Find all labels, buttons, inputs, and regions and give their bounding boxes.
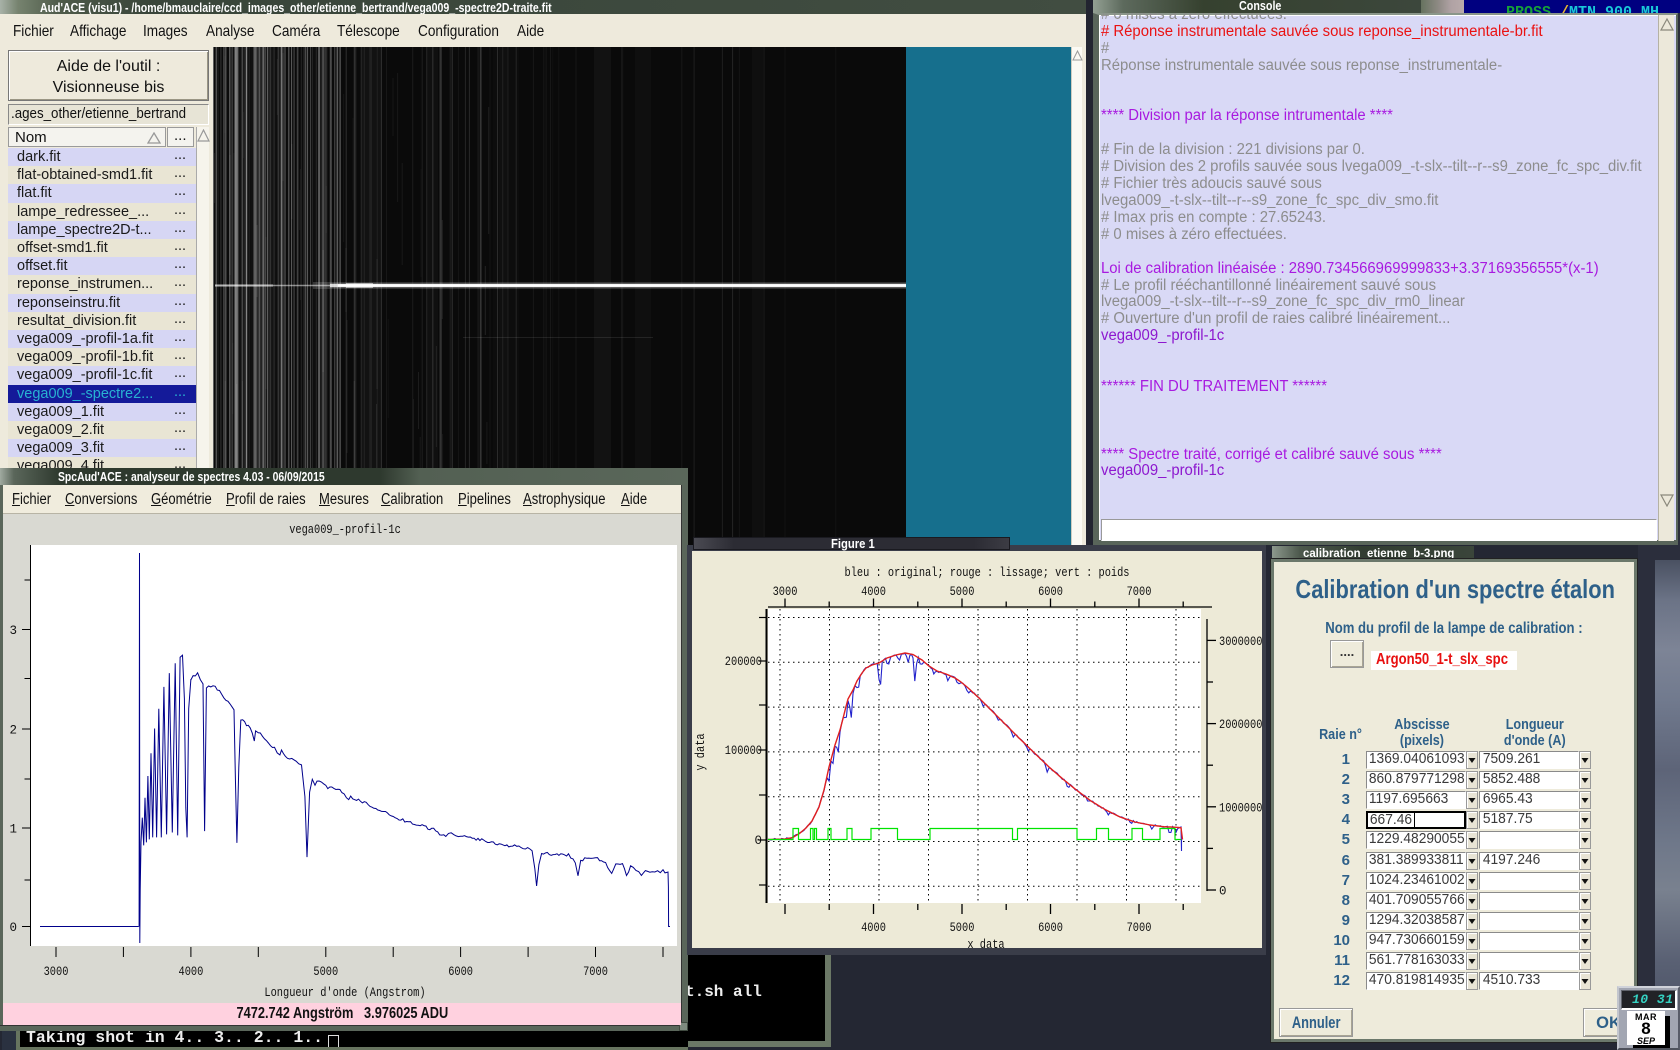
- svg-text:4000: 4000: [861, 921, 886, 935]
- svg-text:7000: 7000: [1127, 921, 1152, 935]
- svg-text:200000: 200000: [725, 655, 762, 669]
- svg-text:2000000: 2000000: [1219, 718, 1262, 732]
- svg-text:3000: 3000: [773, 585, 798, 599]
- svg-text:6000: 6000: [448, 965, 473, 979]
- svg-text:7000: 7000: [1127, 585, 1152, 599]
- svg-text:1000000: 1000000: [1219, 801, 1262, 815]
- svg-text:0: 0: [1219, 885, 1227, 899]
- svg-text:6000: 6000: [1038, 585, 1063, 599]
- svg-text:0: 0: [754, 834, 762, 848]
- svg-text:5000: 5000: [313, 965, 338, 979]
- svg-text:Longueur d'onde (Angstrom): Longueur d'onde (Angstrom): [264, 986, 425, 1000]
- svg-text:5000: 5000: [950, 921, 975, 935]
- svg-text:3000: 3000: [44, 965, 69, 979]
- svg-text:7000: 7000: [583, 965, 608, 979]
- svg-text:5000: 5000: [950, 585, 975, 599]
- svg-text:3: 3: [9, 624, 17, 638]
- svg-text:6000: 6000: [1038, 921, 1063, 935]
- svg-text:4000: 4000: [179, 965, 204, 979]
- svg-text:y data: y data: [694, 733, 708, 771]
- svg-text:x data: x data: [967, 938, 1005, 952]
- svg-text:3000000: 3000000: [1219, 635, 1262, 649]
- svg-text:4000: 4000: [861, 585, 886, 599]
- svg-text:100000: 100000: [725, 744, 762, 758]
- svg-text:vega009_-profil-1c: vega009_-profil-1c: [289, 523, 401, 537]
- svg-text:0: 0: [9, 921, 17, 935]
- svg-text:1: 1: [9, 823, 17, 837]
- svg-text:2: 2: [9, 724, 17, 738]
- svg-text:bleu : original; rouge : lissa: bleu : original; rouge : lissage; vert :…: [845, 566, 1130, 580]
